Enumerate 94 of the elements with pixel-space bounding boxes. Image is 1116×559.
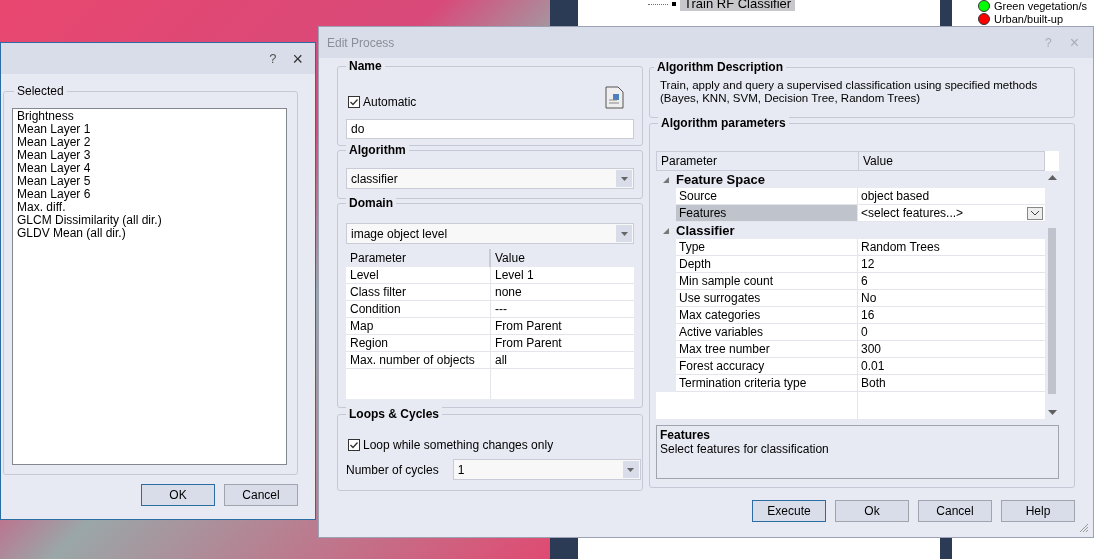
list-item[interactable]: Brightness	[17, 110, 282, 123]
table-cell: Map	[346, 318, 491, 334]
table-cell[interactable]: Max categories	[676, 307, 858, 323]
table-cell: Max. number of objects	[346, 352, 491, 368]
table-cell-text: all	[494, 352, 508, 368]
table-cell-text: From Parent	[494, 335, 563, 351]
scrollbar-thumb[interactable]	[1048, 228, 1056, 394]
list-item[interactable]: Mean Layer 6	[17, 188, 282, 201]
table-cell[interactable]: Use surrogates	[676, 290, 858, 306]
chevron-down-icon[interactable]	[1031, 210, 1039, 216]
group-header[interactable]: Feature Space	[676, 169, 765, 190]
table-cell-text: No	[860, 290, 878, 306]
document-icon[interactable]	[604, 86, 625, 109]
tree-node-icon	[672, 2, 676, 6]
table-cell: Region	[346, 335, 491, 351]
scrollbar[interactable]	[1045, 171, 1059, 419]
table-cell-text: 16	[860, 307, 876, 323]
table-cell: Condition	[346, 301, 491, 317]
table-cell[interactable]: Features	[676, 205, 858, 221]
checkbox-label: Automatic	[363, 94, 417, 111]
dropdown-field[interactable]: 1	[452, 459, 641, 480]
group-header[interactable]: Classifier	[676, 220, 735, 241]
expanded-triangle-icon[interactable]	[663, 227, 669, 234]
dropdown-arrow-icon[interactable]	[627, 467, 635, 472]
table-cell-text: 12	[860, 256, 876, 272]
help-text: Select features for classification	[660, 442, 830, 456]
dialog-button[interactable]: Help	[1001, 500, 1075, 522]
group-label: Selected	[14, 84, 67, 98]
help-title: Features	[660, 428, 712, 442]
dialog-button[interactable]: Ok	[835, 500, 909, 522]
algorithm-description: Train, apply and query a supervised classification using specified methods (Bayes, KNN, SVM, Decision Tree, Random Trees)	[660, 79, 1039, 105]
checkbox[interactable]	[348, 439, 360, 451]
dialog-button[interactable]: Cancel	[918, 500, 992, 522]
dropdown-field[interactable]: image object level	[346, 223, 634, 244]
group-label: Loops & Cycles	[346, 407, 443, 421]
window-title: Edit Process	[327, 34, 395, 52]
list-item[interactable]: GLCM Dissimilarity (all dir.)	[17, 214, 282, 227]
resize-grip-icon[interactable]	[1079, 523, 1089, 533]
dropdown-arrow-icon[interactable]	[620, 176, 628, 181]
list-item[interactable]: Mean Layer 2	[17, 136, 282, 149]
list-item[interactable]: Mean Layer 3	[17, 149, 282, 162]
checkbox-label: Loop while something changes only	[363, 437, 554, 454]
column-header[interactable]: Parameter	[657, 152, 859, 170]
group-label: Algorithm Description	[654, 60, 786, 74]
column-header[interactable]: Value	[491, 249, 634, 267]
list-item[interactable]: Mean Layer 1	[17, 123, 282, 136]
list-item[interactable]: Mean Layer 4	[17, 162, 282, 175]
scroll-down-icon[interactable]	[1047, 410, 1057, 415]
scroll-up-icon[interactable]	[1047, 175, 1057, 180]
table-cell: Class filter	[346, 284, 491, 300]
list-item[interactable]: Max. diff.	[17, 201, 282, 214]
table-cell-text: 0.01	[860, 358, 886, 374]
help-button[interactable]: ?	[269, 48, 277, 69]
dropdown-field[interactable]: classifier	[346, 168, 634, 189]
table-cell[interactable]: Source	[676, 188, 858, 204]
legend-label: Urban/built-up	[994, 13, 1064, 25]
table-cell-text: Both	[860, 375, 887, 391]
table-cell[interactable]: Active variables	[676, 324, 858, 340]
table-cell-text: ---	[494, 301, 508, 317]
table-cell-text: Random Trees	[860, 239, 941, 255]
group-label: Algorithm parameters	[658, 116, 789, 130]
dialog-button[interactable]: OK	[141, 484, 215, 506]
group-label: Domain	[346, 196, 396, 210]
list-item[interactable]: Mean Layer 5	[17, 175, 282, 188]
dialog-button[interactable]: Cancel	[224, 484, 298, 506]
table-cell-text: 6	[860, 273, 869, 289]
table-cell[interactable]: Forest accuracy	[676, 358, 858, 374]
close-button[interactable]: ×	[292, 49, 303, 68]
expanded-triangle-icon[interactable]	[663, 176, 669, 183]
table-cell[interactable]: Depth	[676, 256, 858, 272]
selected-features-list[interactable]: Brightness Mean Layer 1 Mean Layer 2 Mean Layer 3 Mean Layer 4 Mean Layer 5 Mean Layer 6 Max. diff. GLCM Dissimilarity (all dir.) GLDV Mean (all dir.)	[12, 108, 287, 465]
dropdown-field[interactable]: <select features...>	[858, 205, 1045, 221]
table-cell[interactable]: Min sample count	[676, 273, 858, 289]
checkbox[interactable]	[348, 96, 360, 108]
table-cell-text: Level 1	[494, 267, 535, 283]
field-label: Number of cycles	[346, 461, 439, 479]
table-cell[interactable]: Termination criteria type	[676, 375, 858, 391]
table-cell-text: From Parent	[494, 318, 563, 334]
name-input[interactable]: do	[346, 119, 634, 139]
group-label: Algorithm	[346, 143, 409, 157]
table-cell: Level	[346, 267, 491, 283]
dialog-button[interactable]: Execute	[752, 500, 826, 522]
list-item[interactable]: GLDV Mean (all dir.)	[17, 227, 282, 240]
column-header[interactable]: Parameter	[346, 249, 491, 267]
table-cell-text: none	[494, 284, 523, 300]
table-cell[interactable]: Max tree number	[676, 341, 858, 357]
column-header[interactable]: Value	[859, 152, 1044, 170]
table-cell-text: object based	[860, 188, 931, 204]
legend-label: Green vegetation/s	[994, 0, 1087, 12]
table-cell-text: 300	[860, 341, 883, 357]
dropdown-arrow-icon[interactable]	[620, 231, 628, 236]
table-cell-text: 0	[860, 324, 869, 340]
table-cell[interactable]: Type	[676, 239, 858, 255]
group-label: Name	[346, 59, 385, 73]
